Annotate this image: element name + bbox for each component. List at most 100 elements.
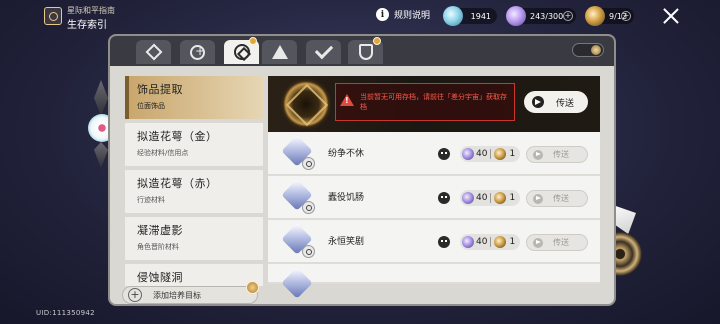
close-icon[interactable] bbox=[662, 7, 680, 25]
tab-4[interactable] bbox=[262, 40, 297, 64]
mask-icon bbox=[438, 192, 450, 204]
teleport-button[interactable]: 传送 bbox=[526, 234, 588, 251]
shield-icon bbox=[358, 44, 373, 60]
top-bar: 星际和平指南 生存索引 i 规则说明 1941 243/300 + 9/12 + bbox=[0, 0, 720, 34]
stellar-jade-counter[interactable]: 1941 bbox=[443, 6, 497, 26]
sidebar-item-stagnant-shadow[interactable]: 凝滞虚影 角色晋阶材料 bbox=[125, 217, 263, 260]
teleport-icon bbox=[533, 237, 543, 248]
golden-orb-icon bbox=[280, 78, 332, 130]
sidebar-item-label: 饰品提取 bbox=[137, 83, 183, 96]
add-fuel-icon[interactable]: + bbox=[621, 11, 631, 21]
guide-book-icon bbox=[44, 7, 62, 25]
cost-value: 40 bbox=[476, 237, 488, 247]
stellar-jade-value: 1941 bbox=[470, 11, 491, 21]
row-cost: 40 1 bbox=[460, 234, 520, 250]
fuel-icon bbox=[585, 6, 605, 26]
magnifier-icon[interactable] bbox=[302, 157, 315, 170]
tab-1[interactable] bbox=[136, 40, 171, 64]
row-cost: 40 1 bbox=[460, 190, 520, 206]
magnifier-icon[interactable] bbox=[302, 201, 315, 214]
category-sidebar: 饰品提取 位面饰品 拟造花萼（金） 经验材料/信用点 拟造花萼（赤） 行迹材料 … bbox=[125, 76, 263, 286]
relic-item-icon[interactable] bbox=[280, 135, 318, 172]
relic-item-icon[interactable] bbox=[280, 267, 318, 304]
teleport-label: 传送 bbox=[556, 98, 575, 109]
universe-banner: 当前暂无可用存档，请前往「差分宇宙」获取存档 传送 bbox=[268, 76, 600, 132]
magnifier-icon[interactable] bbox=[302, 245, 315, 258]
teleport-button[interactable]: 传送 bbox=[526, 146, 588, 163]
teleport-label: 传送 bbox=[553, 194, 569, 203]
power-icon bbox=[462, 236, 474, 248]
list-item: 蠹役饥肠 40 1 传送 bbox=[268, 176, 600, 220]
teleport-button[interactable]: 传送 bbox=[526, 190, 588, 207]
sidebar-item-calyx-gold[interactable]: 拟造花萼（金） 经验材料/信用点 bbox=[125, 123, 263, 166]
cross-circle-icon bbox=[190, 44, 205, 60]
add-power-icon[interactable]: + bbox=[563, 11, 573, 21]
diamond-icon bbox=[145, 43, 162, 61]
fuel-icon bbox=[494, 148, 507, 160]
plus-icon: + bbox=[128, 288, 142, 302]
sidebar-item-sub: 位面饰品 bbox=[137, 102, 165, 110]
tab-2[interactable] bbox=[180, 40, 215, 64]
sidebar-item-sub: 行迹材料 bbox=[137, 196, 165, 204]
survival-index-panel: 饰品提取 位面饰品 拟造花萼（金） 经验材料/信用点 拟造花萼（赤） 行迹材料 … bbox=[108, 34, 616, 306]
count-value: 1 bbox=[509, 193, 516, 203]
power-icon bbox=[462, 192, 474, 204]
info-icon: i bbox=[376, 8, 389, 21]
list-item: 永恒笑剧 40 1 传送 bbox=[268, 220, 600, 264]
relic-item-icon[interactable] bbox=[280, 179, 318, 216]
sidebar-item-cavern-corrosion[interactable]: 侵蚀隧洞 bbox=[125, 264, 263, 286]
row-name: 纷争不休 bbox=[328, 149, 365, 159]
cost-value: 40 bbox=[476, 149, 488, 159]
list-item-partial bbox=[268, 264, 600, 299]
tab-3-active[interactable] bbox=[224, 37, 259, 64]
trailblaze-power-counter[interactable]: 243/300 + bbox=[506, 6, 576, 26]
chevron-icon bbox=[314, 40, 333, 60]
row-cost: 40 1 bbox=[460, 146, 520, 162]
add-target-label: 添加培养目标 bbox=[153, 290, 201, 300]
row-name: 永恒笑剧 bbox=[328, 237, 365, 247]
list-item: 纷争不休 40 1 传送 bbox=[268, 132, 600, 176]
sidebar-item-label: 侵蚀隧洞 bbox=[137, 271, 183, 284]
guide-subtitle: 生存索引 bbox=[67, 20, 107, 31]
fuel-icon bbox=[494, 236, 507, 248]
count-value: 1 bbox=[509, 237, 516, 247]
count-value: 1 bbox=[509, 149, 516, 159]
warning-text: 当前暂无可用存档，请前往「差分宇宙」获取存档 bbox=[360, 93, 507, 111]
category-tabs bbox=[110, 36, 614, 66]
triangle-icon bbox=[271, 45, 288, 59]
teleport-icon bbox=[533, 149, 543, 160]
target-badge-icon bbox=[246, 281, 259, 294]
fuel-icon bbox=[494, 192, 507, 204]
teleport-icon bbox=[532, 96, 544, 108]
relic-item-icon[interactable] bbox=[280, 223, 318, 260]
rules-button[interactable]: i 规则说明 bbox=[376, 8, 430, 21]
tab-5[interactable] bbox=[306, 40, 341, 64]
warning-icon bbox=[340, 94, 354, 106]
add-target-button[interactable]: + 添加培养目标 bbox=[122, 281, 259, 304]
fuel-counter[interactable]: 9/12 + bbox=[585, 6, 634, 26]
sidebar-item-label: 凝滞虚影 bbox=[137, 224, 183, 237]
notification-badge bbox=[249, 37, 257, 45]
sidebar-item-label: 拟造花萼（赤） bbox=[137, 177, 218, 190]
banner-teleport-button[interactable]: 传送 bbox=[524, 91, 588, 113]
guide-title: 星际和平指南 bbox=[67, 6, 115, 15]
tab-6[interactable] bbox=[348, 37, 383, 64]
warning-box: 当前暂无可用存档，请前往「差分宇宙」获取存档 bbox=[335, 83, 515, 121]
sidebar-item-sub: 经验材料/信用点 bbox=[137, 149, 189, 157]
stellar-jade-icon bbox=[443, 6, 463, 26]
teleport-icon bbox=[533, 193, 543, 204]
mask-icon bbox=[438, 236, 450, 248]
row-name: 蠹役饥肠 bbox=[328, 193, 365, 203]
sidebar-item-sub: 角色晋阶材料 bbox=[137, 243, 179, 251]
teleport-label: 传送 bbox=[553, 238, 569, 247]
toggle-icon[interactable] bbox=[572, 43, 604, 57]
notification-badge bbox=[373, 37, 381, 45]
sidebar-item-relic-extraction[interactable]: 饰品提取 位面饰品 bbox=[125, 76, 263, 119]
mask-icon bbox=[438, 148, 450, 160]
relic-ring-icon bbox=[233, 44, 250, 60]
sidebar-item-calyx-crimson[interactable]: 拟造花萼（赤） 行迹材料 bbox=[125, 170, 263, 213]
trailblaze-power-icon bbox=[506, 6, 526, 26]
trailblaze-power-value: 243/300 bbox=[530, 11, 564, 21]
teleport-label: 传送 bbox=[553, 150, 569, 159]
cost-value: 40 bbox=[476, 193, 488, 203]
